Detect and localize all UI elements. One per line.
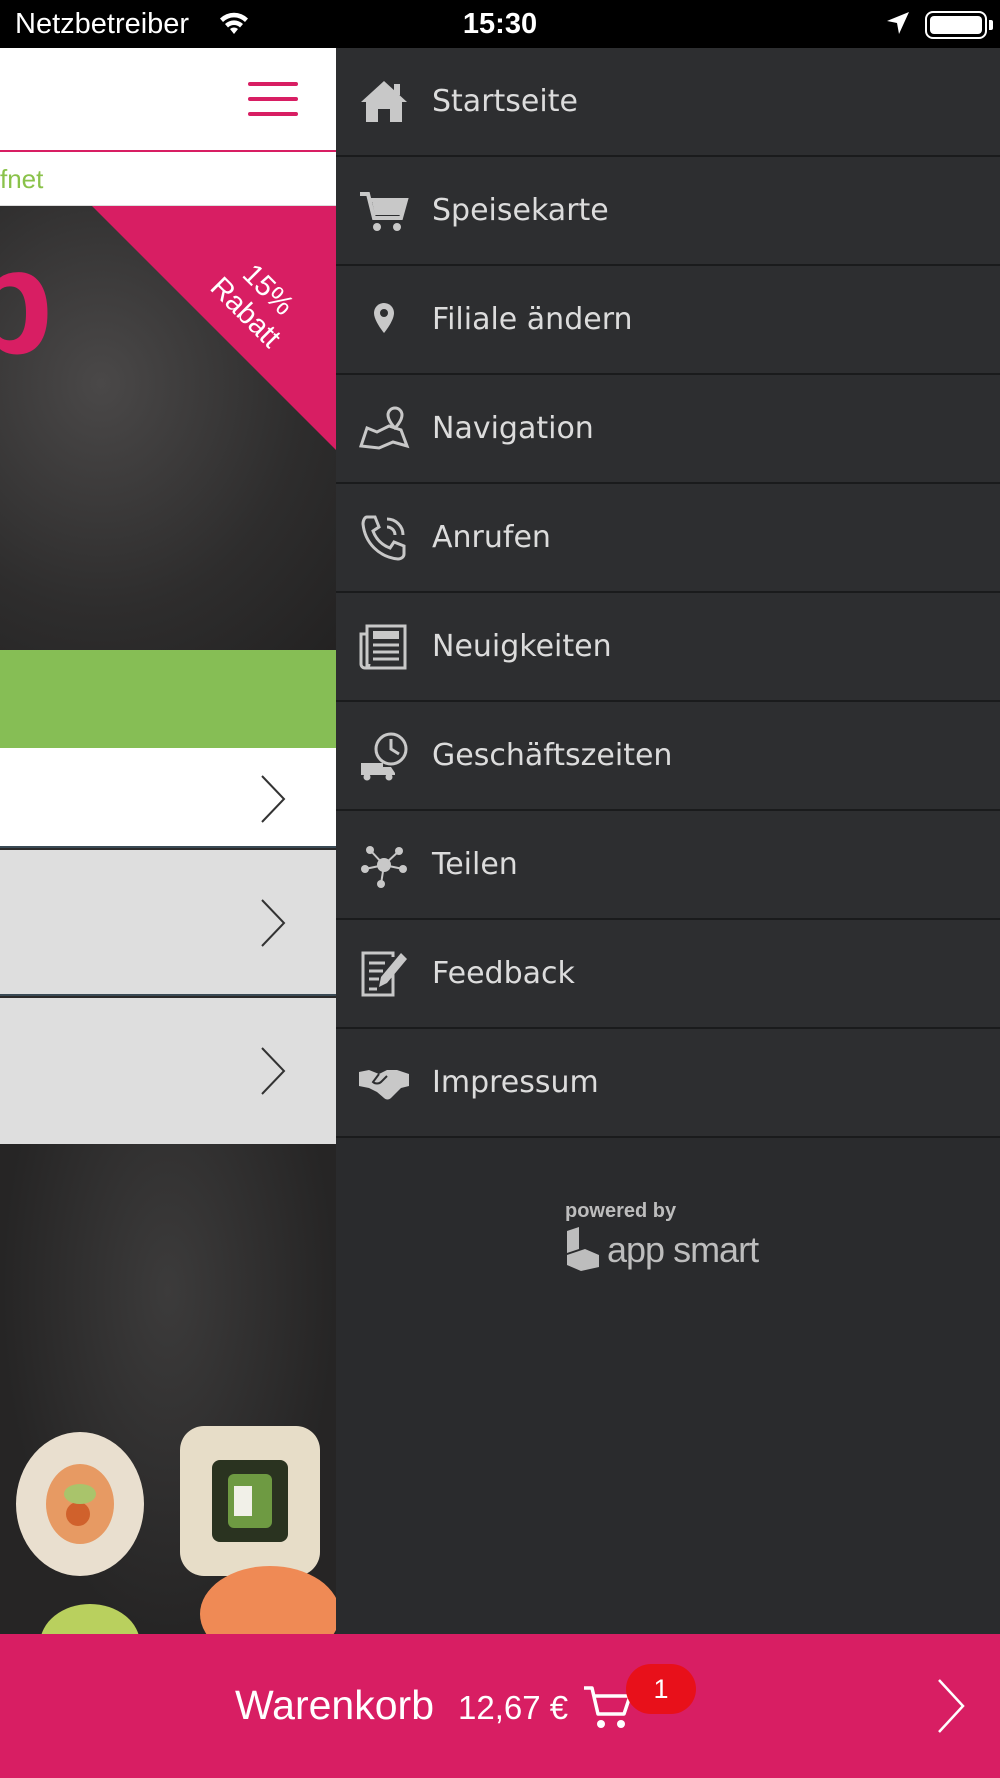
battery-icon bbox=[925, 11, 987, 39]
cart-count-badge: 1 bbox=[626, 1664, 696, 1714]
chevron-right-icon bbox=[261, 899, 286, 947]
list-row[interactable] bbox=[0, 998, 336, 1144]
cart-bar[interactable]: Warenkorb 12,67 € 1 bbox=[0, 1634, 1000, 1778]
powered-by-footer[interactable]: powered by app smart bbox=[565, 1200, 759, 1271]
list-row[interactable] bbox=[0, 748, 336, 848]
menu-item-navigation[interactable]: Navigation bbox=[336, 375, 1000, 484]
feedback-icon bbox=[336, 919, 432, 1028]
handshake-icon bbox=[336, 1028, 432, 1137]
delivery-clock-icon bbox=[336, 701, 432, 810]
appsmart-brand: app smart bbox=[607, 1229, 759, 1270]
chevron-right-icon[interactable] bbox=[935, 1676, 967, 1741]
appsmart-logo: app smart bbox=[565, 1227, 759, 1271]
sushi-illustration bbox=[16, 1426, 336, 1634]
powered-by-label: powered by bbox=[565, 1200, 677, 1222]
menu-item-label: Teilen bbox=[432, 847, 518, 882]
opening-status-text: fnet bbox=[0, 164, 44, 194]
main-page: fnet p 15% Rabatt bbox=[0, 48, 336, 1634]
menu-item-startseite[interactable]: Startseite bbox=[336, 48, 1000, 157]
chevron-right-icon bbox=[261, 775, 286, 823]
appsmart-logo-icon bbox=[567, 1227, 599, 1271]
menu-item-label: Neuigkeiten bbox=[432, 629, 612, 664]
menu-item-speisekarte[interactable]: Speisekarte bbox=[336, 157, 1000, 266]
side-drawer-menu: Startseite Speisekarte Filiale ändern Na… bbox=[336, 48, 1000, 1634]
menu-item-label: Geschäftszeiten bbox=[432, 738, 673, 773]
list-row[interactable] bbox=[0, 850, 336, 996]
menu-item-label: Navigation bbox=[432, 411, 594, 446]
newspaper-icon bbox=[336, 592, 432, 701]
share-icon bbox=[336, 810, 432, 919]
cart-label: Warenkorb bbox=[235, 1682, 434, 1728]
menu-item-anrufen[interactable]: Anrufen bbox=[336, 484, 1000, 593]
cart-amount: 12,67 € bbox=[458, 1689, 569, 1726]
menu-item-label: Impressum bbox=[432, 1065, 599, 1100]
clock: 15:30 bbox=[462, 8, 538, 40]
location-arrow-icon bbox=[885, 10, 911, 41]
menu-item-feedback[interactable]: Feedback bbox=[336, 920, 1000, 1029]
hamburger-menu-icon[interactable] bbox=[248, 82, 298, 118]
green-action-bar[interactable] bbox=[0, 650, 336, 748]
page-header bbox=[0, 48, 336, 152]
menu-item-teilen[interactable]: Teilen bbox=[336, 811, 1000, 920]
home-icon bbox=[336, 47, 432, 156]
menu-item-label: Anrufen bbox=[432, 520, 551, 555]
location-pin-icon bbox=[336, 265, 432, 374]
menu-item-geschaeftszeiten[interactable]: Geschäftszeiten bbox=[336, 702, 1000, 811]
map-icon bbox=[336, 374, 432, 483]
opening-status-strip: fnet bbox=[0, 152, 336, 206]
chevron-right-icon bbox=[261, 1047, 286, 1095]
menu-item-label: Startseite bbox=[432, 84, 578, 119]
menu-item-label: Feedback bbox=[432, 956, 575, 991]
menu-item-filiale-aendern[interactable]: Filiale ändern bbox=[336, 266, 1000, 375]
status-bar: Netzbetreiber 15:30 bbox=[0, 0, 1000, 48]
menu-item-label: Filiale ändern bbox=[432, 302, 633, 337]
menu-item-neuigkeiten[interactable]: Neuigkeiten bbox=[336, 593, 1000, 702]
menu-item-impressum[interactable]: Impressum bbox=[336, 1029, 1000, 1138]
cart-icon bbox=[336, 156, 432, 265]
battery-tip bbox=[989, 20, 993, 30]
phone-icon bbox=[336, 483, 432, 592]
menu-item-label: Speisekarte bbox=[432, 193, 609, 228]
hero-banner[interactable]: p 15% Rabatt bbox=[0, 206, 336, 650]
sushi-image bbox=[0, 1144, 336, 1634]
